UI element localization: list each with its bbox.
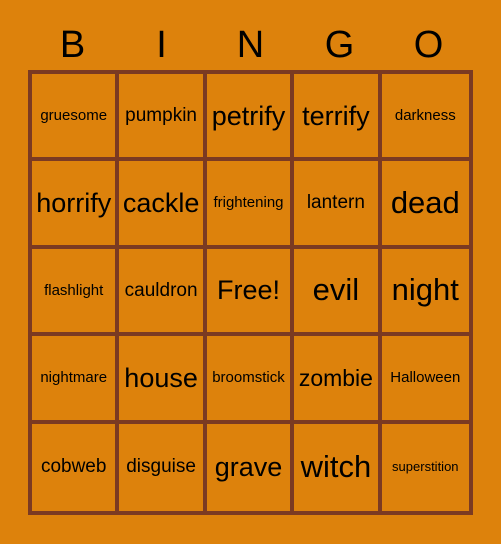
bingo-cell[interactable]: witch bbox=[294, 423, 382, 511]
bingo-cell[interactable]: frightening bbox=[206, 161, 295, 249]
bingo-cell[interactable]: horrify bbox=[32, 161, 120, 249]
bingo-cell[interactable]: zombie bbox=[294, 336, 382, 424]
bingo-cell-label: disguise bbox=[126, 456, 196, 478]
bingo-cell-label: Free! bbox=[216, 275, 280, 306]
bingo-cell-label: dead bbox=[390, 184, 460, 220]
bingo-cell-label: darkness bbox=[394, 106, 456, 124]
bingo-cell-label: lantern bbox=[306, 192, 365, 214]
header-letter-n: N bbox=[236, 24, 265, 66]
bingo-cell-label: pumpkin bbox=[125, 104, 197, 126]
bingo-cell-label: Halloween bbox=[390, 369, 461, 387]
bingo-cell[interactable]: pumpkin bbox=[119, 74, 207, 162]
bingo-cell[interactable]: cobweb bbox=[32, 423, 120, 511]
bingo-cell-label: gruesome bbox=[40, 106, 108, 124]
bingo-cell-label: evil bbox=[312, 272, 360, 308]
bingo-cell[interactable]: broomstick bbox=[206, 336, 295, 424]
bingo-cell-label: cauldron bbox=[124, 279, 198, 301]
bingo-cell[interactable]: disguise bbox=[119, 423, 207, 511]
bingo-cell-label: nightmare bbox=[40, 369, 108, 387]
bingo-cell[interactable]: nightmare bbox=[32, 336, 120, 424]
bingo-card: B I N G O gruesome pumpkin petrify terri… bbox=[0, 0, 501, 544]
bingo-cell-free[interactable]: Free! bbox=[206, 248, 295, 337]
bingo-cell-label: superstition bbox=[392, 459, 459, 475]
bingo-cell[interactable]: cauldron bbox=[119, 248, 207, 337]
bingo-cell[interactable]: flashlight bbox=[32, 248, 120, 337]
bingo-cell[interactable]: night bbox=[381, 248, 469, 337]
bingo-cell[interactable]: lantern bbox=[294, 161, 382, 249]
header-letter-o: O bbox=[413, 24, 444, 66]
bingo-cell[interactable]: grave bbox=[206, 423, 295, 511]
bingo-cell[interactable]: evil bbox=[294, 248, 382, 337]
bingo-cell-label: witch bbox=[300, 449, 372, 485]
bingo-cell-label: night bbox=[391, 272, 459, 308]
bingo-cell-label: grave bbox=[214, 452, 283, 483]
bingo-grid: gruesome pumpkin petrify terrify darknes… bbox=[28, 70, 473, 515]
header-letter-g: G bbox=[324, 24, 355, 66]
bingo-cell-label: horrify bbox=[36, 187, 112, 218]
header-letter-i: I bbox=[156, 24, 167, 66]
bingo-cell[interactable]: dead bbox=[381, 161, 469, 249]
bingo-cell-label: flashlight bbox=[44, 281, 104, 299]
bingo-cell-label: terrify bbox=[302, 100, 370, 131]
bingo-cell-label: broomstick bbox=[212, 369, 285, 387]
bingo-cell[interactable]: terrify bbox=[294, 74, 382, 162]
bingo-cell-label: frightening bbox=[213, 194, 284, 212]
bingo-cell[interactable]: house bbox=[119, 336, 207, 424]
bingo-cell-label: cobweb bbox=[40, 456, 107, 478]
bingo-cell-label: cackle bbox=[122, 187, 200, 218]
bingo-cell[interactable]: Halloween bbox=[381, 336, 469, 424]
bingo-cell-label: zombie bbox=[298, 364, 373, 391]
bingo-cell[interactable]: cackle bbox=[119, 161, 207, 249]
bingo-cell[interactable]: petrify bbox=[206, 74, 295, 162]
bingo-cell[interactable]: gruesome bbox=[32, 74, 120, 162]
bingo-cell[interactable]: darkness bbox=[381, 74, 469, 162]
bingo-header: B I N G O bbox=[28, 20, 473, 70]
bingo-cell[interactable]: superstition bbox=[381, 423, 469, 511]
bingo-cell-label: petrify bbox=[211, 100, 286, 131]
header-letter-b: B bbox=[59, 24, 86, 66]
bingo-cell-label: house bbox=[124, 362, 198, 393]
